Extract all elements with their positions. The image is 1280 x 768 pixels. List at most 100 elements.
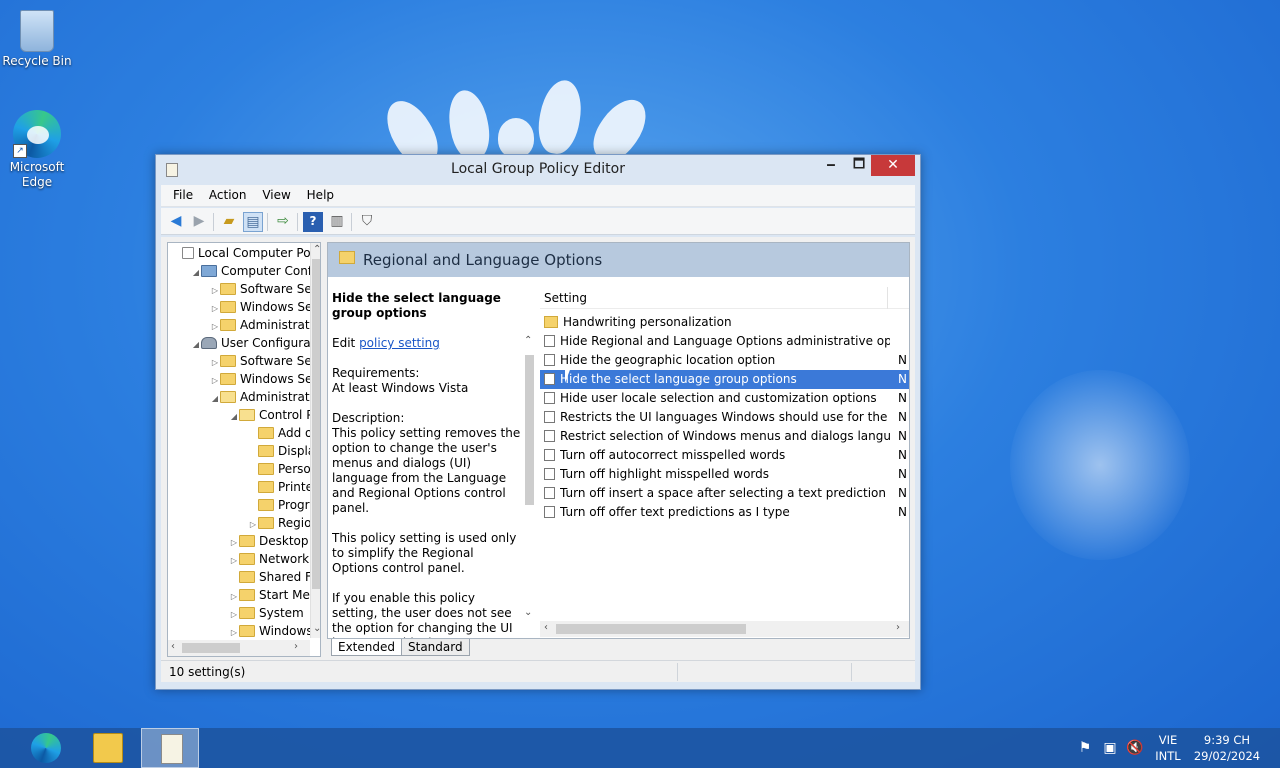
tree-item[interactable]: Shared Fol xyxy=(229,569,320,587)
list-setting-item[interactable]: Restrict selection of Windows menus and … xyxy=(540,427,909,446)
expand-toggle-icon[interactable]: ▷ xyxy=(210,354,220,371)
title-bar[interactable]: Local Group Policy Editor 🗕 🗖 ✕ xyxy=(156,155,920,183)
tree-item[interactable]: ▷ Start Menu xyxy=(229,587,320,605)
edit-policy-setting-link[interactable]: policy setting xyxy=(359,336,440,350)
scroll-down-icon[interactable]: ⌄ xyxy=(313,623,320,634)
tree-item[interactable]: ◢ Computer Configu xyxy=(191,263,320,281)
list-setting-item[interactable]: Turn off insert a space after selecting … xyxy=(540,484,909,503)
expand-toggle-icon[interactable]: ▷ xyxy=(210,282,220,299)
scroll-up-icon[interactable]: ⌃ xyxy=(524,335,532,346)
tree-item[interactable]: ▷ Windows ( xyxy=(229,623,320,641)
taskbar-group-policy-editor-button[interactable] xyxy=(141,728,199,768)
list-setting-item[interactable]: Hide the select language group options N xyxy=(540,370,909,389)
status-bar: 10 setting(s) xyxy=(161,660,915,682)
tree-item[interactable]: Printer xyxy=(248,479,318,497)
language-indicator[interactable]: VIE INTL xyxy=(1150,733,1186,768)
close-button[interactable]: ✕ xyxy=(871,155,915,176)
menu-action[interactable]: Action xyxy=(203,185,253,202)
menu-view[interactable]: View xyxy=(256,185,296,202)
scroll-right-icon[interactable]: › xyxy=(896,622,900,633)
taskbar-edge-button[interactable] xyxy=(16,728,74,768)
filter-icon[interactable]: ⛉ xyxy=(357,212,377,232)
tree-item[interactable]: ▷ Software Setti xyxy=(210,353,320,371)
list-setting-item[interactable]: Hide user locale selection and customiza… xyxy=(540,389,909,408)
list-setting-item[interactable]: Hide the geographic location option N xyxy=(540,351,909,370)
scroll-down-icon[interactable]: ⌄ xyxy=(524,607,532,618)
tree-item[interactable]: ▷ System xyxy=(229,605,304,623)
back-icon[interactable]: ◀ xyxy=(166,212,186,232)
tree-item[interactable]: Add or xyxy=(248,425,317,443)
expand-toggle-icon[interactable]: ▷ xyxy=(229,588,239,605)
show-hide-tree-icon[interactable]: ▤ xyxy=(243,212,263,232)
scroll-thumb[interactable] xyxy=(525,355,534,505)
expand-toggle-icon[interactable]: ◢ xyxy=(210,390,220,407)
tree-item[interactable]: Local Computer Polic xyxy=(172,245,320,263)
list-setting-item[interactable]: Turn off autocorrect misspelled words N xyxy=(540,446,909,465)
list-setting-item[interactable]: Hide Regional and Language Options admin… xyxy=(540,332,909,351)
expand-toggle-icon[interactable]: ▷ xyxy=(210,300,220,317)
up-folder-icon[interactable]: ▰ xyxy=(219,212,239,232)
tree-vertical-scrollbar[interactable]: ⌃ ⌄ xyxy=(310,243,320,638)
network-icon[interactable]: ▣ xyxy=(1101,739,1119,757)
minimize-button[interactable]: 🗕 xyxy=(818,155,844,176)
expand-toggle-icon[interactable]: ▷ xyxy=(229,624,239,641)
expand-toggle-icon[interactable]: ▷ xyxy=(229,534,239,551)
scroll-left-icon[interactable]: ‹ xyxy=(171,641,175,652)
tree-item[interactable]: ◢ Control Pa xyxy=(229,407,320,425)
expand-toggle-icon[interactable]: ▷ xyxy=(210,372,220,389)
expand-toggle-icon[interactable]: ◢ xyxy=(191,336,201,353)
scroll-left-icon[interactable]: ‹ xyxy=(544,622,548,633)
tree-item[interactable]: Person xyxy=(248,461,318,479)
clock[interactable]: 9:39 CH 29/02/2024 xyxy=(1192,733,1262,768)
tree-item-label: Network xyxy=(259,552,310,566)
tree-horizontal-scrollbar[interactable]: ‹ › xyxy=(168,640,310,656)
scroll-up-icon[interactable]: ⌃ xyxy=(313,244,320,255)
forward-icon[interactable]: ▶ xyxy=(189,212,209,232)
taskbar-file-explorer-button[interactable] xyxy=(78,728,136,768)
tree-item[interactable]: ▷ Administrative xyxy=(210,317,320,335)
export-list-icon[interactable]: ⇨ xyxy=(273,212,293,232)
list-folder-item[interactable]: Handwriting personalization xyxy=(540,313,909,332)
menu-file[interactable]: File xyxy=(161,185,199,202)
list-setting-item[interactable]: Turn off highlight misspelled words N xyxy=(540,465,909,484)
folder-icon xyxy=(220,301,236,313)
desktop-icon-recycle-bin[interactable]: Recycle Bin xyxy=(0,6,74,68)
tree-item[interactable]: ▷ Network xyxy=(229,551,309,569)
list-setting-item[interactable]: Restricts the UI languages Windows shoul… xyxy=(540,408,909,427)
help-icon[interactable]: ? xyxy=(303,212,323,232)
expand-toggle-icon[interactable]: ▷ xyxy=(229,606,239,623)
maximize-button[interactable]: 🗖 xyxy=(846,155,872,176)
tree-item[interactable]: ▷ Windows Sett xyxy=(210,299,320,317)
list-horizontal-scrollbar[interactable]: ‹ › xyxy=(540,621,909,637)
tree-item[interactable]: ▷ Desktop xyxy=(229,533,309,551)
scroll-thumb[interactable] xyxy=(312,259,320,589)
expand-toggle-icon[interactable]: ▷ xyxy=(229,552,239,569)
scroll-thumb[interactable] xyxy=(182,643,240,653)
scroll-right-icon[interactable]: › xyxy=(294,641,298,652)
tree-item[interactable]: ▷ Windows Sett xyxy=(210,371,320,389)
folder-icon xyxy=(258,463,274,475)
tree-item[interactable]: ▷ Software Setti xyxy=(210,281,320,299)
desktop-icon-microsoft-edge[interactable]: ↗ Microsoft Edge xyxy=(0,110,74,190)
properties-icon[interactable]: ▥ xyxy=(327,212,347,232)
expand-toggle-icon[interactable]: ▷ xyxy=(210,318,220,335)
expand-toggle-icon[interactable]: ◢ xyxy=(229,408,239,425)
desktop-icon-label: Recycle Bin xyxy=(2,54,72,68)
expand-toggle-icon[interactable]: ◢ xyxy=(191,264,201,281)
volume-muted-icon[interactable]: 🔇 xyxy=(1126,739,1144,757)
tree-item[interactable]: ◢ Administrative xyxy=(210,389,320,407)
tab-extended[interactable]: Extended xyxy=(331,639,402,656)
column-header-setting[interactable]: Setting xyxy=(540,287,909,309)
tree-item[interactable]: ▷ Region xyxy=(248,515,319,533)
description-scrollbar[interactable]: ⌃ ⌄ xyxy=(522,335,536,638)
tree-item[interactable]: ◢ User Configuratio xyxy=(191,335,320,353)
tab-standard[interactable]: Standard xyxy=(401,639,470,656)
action-center-flag-icon[interactable]: ⚑ xyxy=(1076,739,1094,757)
scroll-thumb[interactable] xyxy=(556,624,746,634)
tree-item-label: System xyxy=(259,606,304,620)
list-setting-item[interactable]: Turn off offer text predictions as I typ… xyxy=(540,503,909,522)
expand-toggle-icon[interactable]: ▷ xyxy=(248,516,258,533)
menu-help[interactable]: Help xyxy=(301,185,340,202)
tree-item[interactable]: Progra xyxy=(248,497,317,515)
policy-setting-icon xyxy=(544,373,555,385)
